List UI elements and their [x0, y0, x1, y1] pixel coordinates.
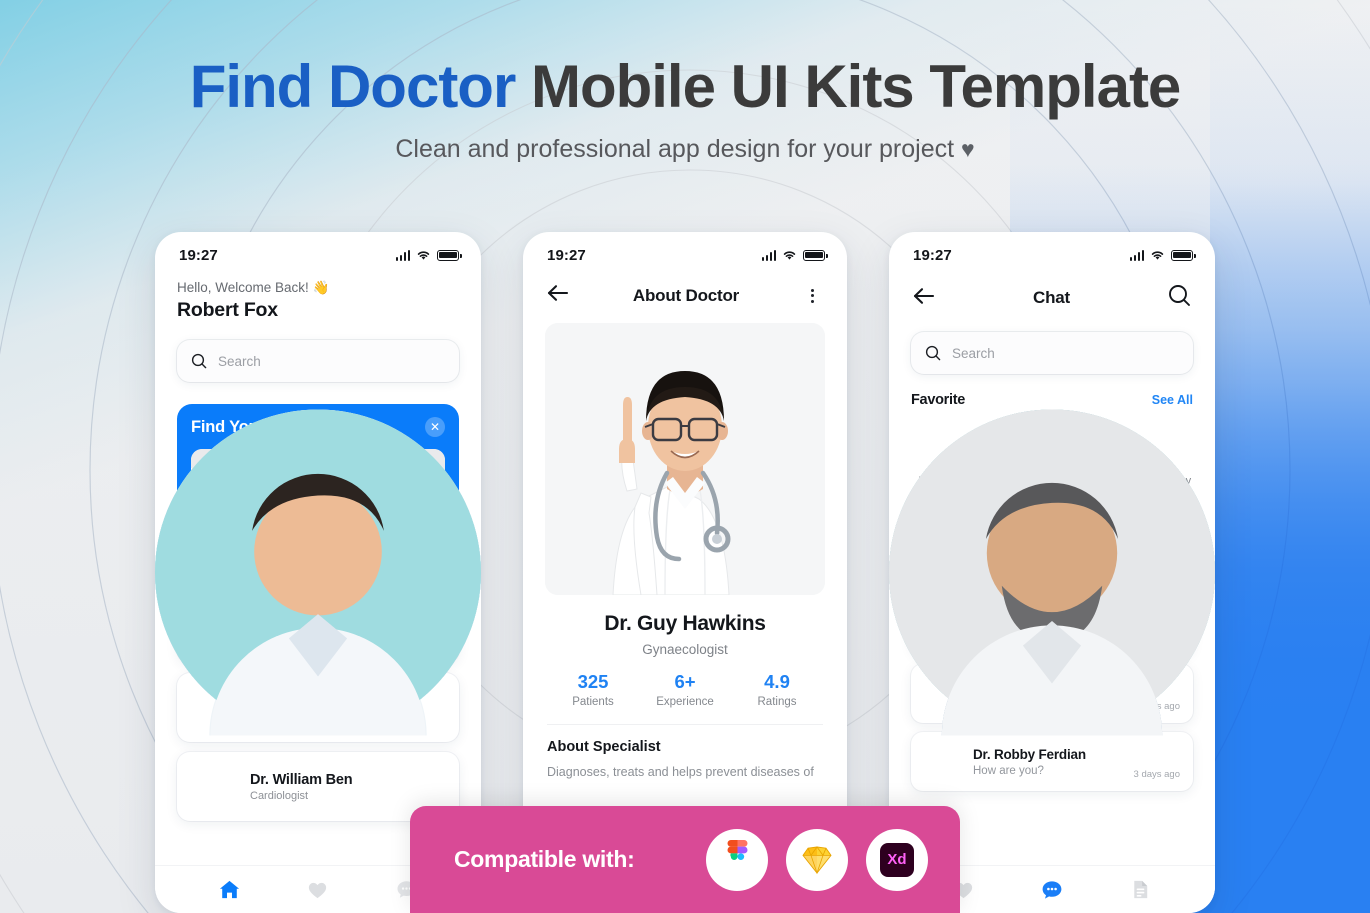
- nav-bar: About Doctor: [523, 270, 847, 307]
- tab-home[interactable]: [217, 877, 242, 902]
- page-subtitle-text: Clean and professional app design for yo…: [395, 135, 961, 163]
- sketch-logo: [786, 828, 848, 891]
- stat-label: Experience: [656, 696, 714, 708]
- page-title: Find Doctor Mobile UI Kits Template: [0, 52, 1370, 121]
- stat-patients: 325 Patients: [547, 671, 639, 708]
- chat-list-item[interactable]: Dr. Robby Ferdian How are you? 3 days ag…: [889, 409, 1215, 791]
- page-header: Find Doctor Mobile UI Kits Template Clea…: [0, 0, 1370, 164]
- doctor-avatar: [155, 409, 481, 810]
- tab-favorites[interactable]: [305, 877, 330, 902]
- stat-label: Patients: [572, 696, 614, 708]
- status-bar: 19:27: [523, 232, 847, 270]
- stat-value: 6+: [674, 671, 696, 692]
- page-title-accent: Find Doctor: [189, 53, 517, 120]
- divider: [547, 724, 823, 725]
- tab-documents[interactable]: [1128, 877, 1153, 902]
- doctor-name: Dr. Guy Hawkins: [604, 612, 766, 635]
- stat-label: Ratings: [757, 696, 797, 708]
- heart-icon: ♥: [960, 136, 975, 162]
- logo-list: Xd: [706, 828, 928, 891]
- adobe-xd-text: Xd: [887, 851, 907, 868]
- stat-value: 325: [577, 671, 609, 692]
- back-arrow-icon[interactable]: [547, 284, 569, 307]
- avatar: [889, 409, 1215, 780]
- signal-icon: [761, 249, 776, 261]
- compatible-label: Compatible with:: [454, 846, 635, 872]
- battery-icon: [803, 249, 828, 261]
- wifi-icon: [783, 250, 796, 260]
- tab-chat[interactable]: [1039, 877, 1064, 902]
- adobe-xd-logo: Xd: [866, 828, 928, 891]
- figma-logo: [706, 828, 768, 891]
- compatible-with-banner: Compatible with: Xd: [410, 806, 960, 913]
- kebab-menu-icon[interactable]: [803, 288, 823, 303]
- doctor-stats: 325 Patients 6+ Experience 4.9 Ratings: [523, 671, 847, 708]
- stat-value: 4.9: [764, 671, 790, 692]
- page-subtitle: Clean and professional app design for yo…: [0, 135, 1370, 164]
- nav-title: About Doctor: [632, 285, 740, 305]
- status-icons: [761, 249, 828, 261]
- about-specialist-text: Diagnoses, treats and helps prevent dise…: [547, 765, 814, 779]
- doctor-hero-photo: [545, 323, 825, 595]
- stat-ratings: 4.9 Ratings: [731, 671, 823, 708]
- page-title-rest: Mobile UI Kits Template: [515, 53, 1181, 120]
- about-specialist-heading: About Specialist: [547, 739, 661, 755]
- status-time: 19:27: [547, 246, 586, 264]
- stat-experience: 6+ Experience: [639, 671, 731, 708]
- doctor-specialty: Gynaecologist: [642, 642, 728, 657]
